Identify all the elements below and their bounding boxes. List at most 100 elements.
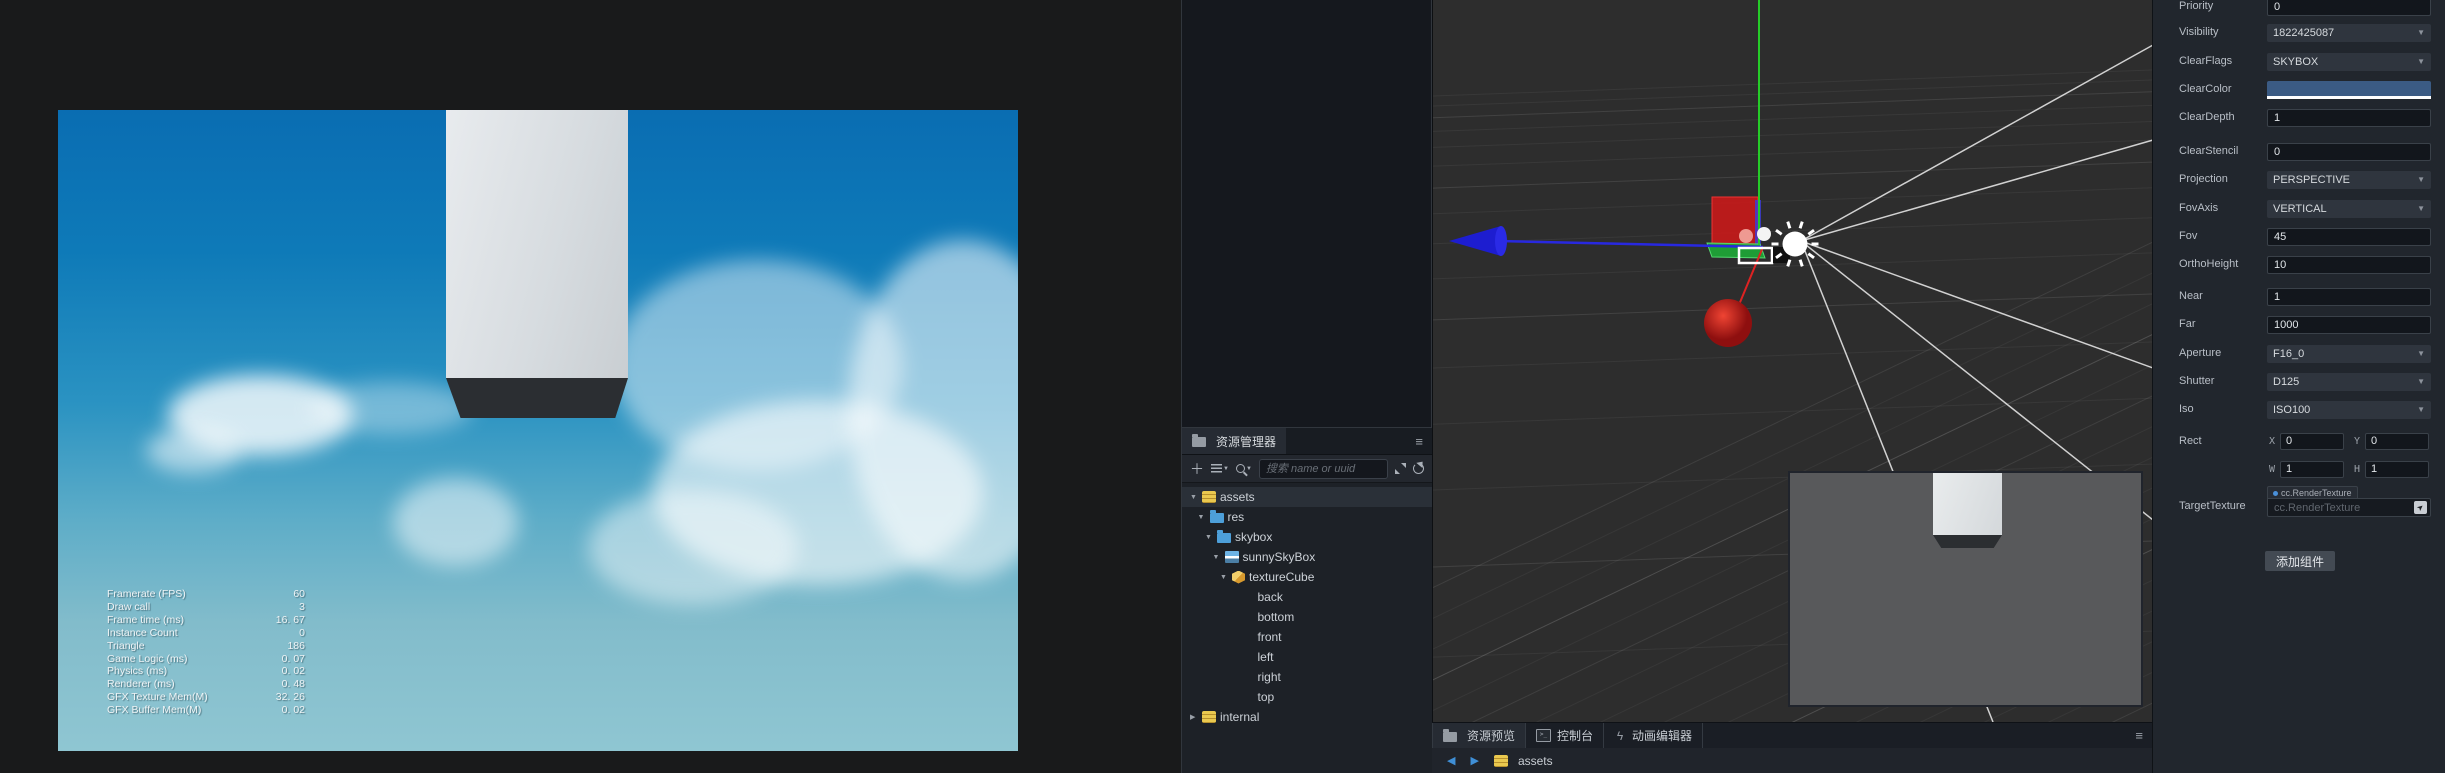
- bottom-tab-3[interactable]: ϟ 动画编辑器: [1604, 723, 1704, 748]
- search-filter-button[interactable]: ▼: [1235, 464, 1252, 473]
- assets-panel-tabstrip: 资源管理器 ≡: [1182, 428, 1432, 455]
- select-value: D125: [2273, 376, 2300, 388]
- tree-item-res[interactable]: ▼ res: [1182, 507, 1432, 527]
- chevron-down-icon: ▼: [2417, 405, 2425, 414]
- input-Near[interactable]: 1: [2267, 288, 2431, 306]
- input-Priority[interactable]: 0: [2267, 0, 2431, 16]
- select-FovAxis[interactable]: VERTICAL ▼: [2267, 200, 2431, 218]
- select-Projection[interactable]: PERSPECTIVE ▼: [2267, 171, 2431, 189]
- nav-forward-arrow[interactable]: ▶: [1470, 754, 1478, 767]
- asset-drop-field-TargetTexture[interactable]: cc.RenderTexture ➤: [2267, 498, 2431, 517]
- select-value: ISO100: [2273, 404, 2311, 416]
- stat-label: Draw call: [107, 600, 151, 613]
- tab-label: 资源管理器: [1216, 434, 1277, 449]
- select-Iso[interactable]: ISO100 ▼: [2267, 401, 2431, 419]
- nav-back-arrow[interactable]: ◀: [1447, 754, 1455, 767]
- stat-line: Draw call 3: [107, 601, 305, 614]
- stat-value: 60: [293, 588, 305, 600]
- tree-item-bottom[interactable]: bottom: [1182, 607, 1432, 627]
- panel-menu-icon[interactable]: ≡: [2135, 728, 2152, 743]
- search-input[interactable]: [1258, 458, 1388, 479]
- cloud: [146, 428, 241, 473]
- stat-line: Game Logic (ms) 0. 07: [107, 653, 305, 666]
- asset-type-dot-icon: [2273, 490, 2278, 496]
- input-ClearDepth[interactable]: 1: [2267, 109, 2431, 127]
- rect-input[interactable]: 1: [2280, 461, 2344, 478]
- breadcrumb-assets[interactable]: assets: [1493, 753, 1553, 768]
- game-cube-bottom-face: [446, 378, 628, 418]
- scene-viewport[interactable]: [1432, 0, 2152, 722]
- refresh-button[interactable]: [1413, 463, 1424, 474]
- expand-arrow-icon[interactable]: ▼: [1213, 554, 1225, 561]
- asset-type-label: cc.RenderTexture: [2281, 487, 2352, 498]
- folder-icon: [1443, 728, 1457, 742]
- rect-input[interactable]: 1: [2365, 461, 2429, 478]
- breadcrumb-label: assets: [1517, 753, 1553, 768]
- game-cube: [446, 110, 628, 378]
- folder-icon: [1192, 434, 1206, 447]
- tree-item-sunnySkyBox[interactable]: ▼ sunnySkyBox: [1182, 547, 1432, 567]
- database-icon: [1493, 754, 1508, 767]
- select-value: PERSPECTIVE: [2273, 174, 2351, 186]
- select-ClearFlags[interactable]: SKYBOX ▼: [2267, 53, 2431, 71]
- stat-label: Physics (ms): [107, 665, 168, 678]
- bottom-tab-2[interactable]: >_ 控制台: [1526, 723, 1605, 748]
- property-label-Shutter: Shutter: [2179, 375, 2215, 387]
- expand-arrow-icon[interactable]: ▼: [1190, 494, 1202, 501]
- rect-input[interactable]: 0: [2365, 433, 2429, 450]
- input-OrthoHeight[interactable]: 10: [2267, 256, 2431, 274]
- cocos-editor-root: { "game_view": { "stats": [ {"label":"Fr…: [0, 0, 2445, 773]
- select-value: F16_0: [2273, 348, 2305, 360]
- panel-menu-icon[interactable]: ≡: [1415, 434, 1432, 449]
- tree-item-back[interactable]: back: [1182, 587, 1432, 607]
- stat-value: 3: [299, 600, 305, 613]
- select-Shutter[interactable]: D125 ▼: [2267, 373, 2431, 391]
- select-Aperture[interactable]: F16_0 ▼: [2267, 345, 2431, 363]
- tree-item-top[interactable]: top: [1182, 687, 1432, 707]
- input-Fov[interactable]: 45: [2267, 228, 2431, 246]
- tree-item-right[interactable]: right: [1182, 667, 1432, 687]
- tree-item-front[interactable]: front: [1182, 627, 1432, 647]
- bottom-tabbar: 资源预览 >_ 控制台 ϟ 动画编辑器 ≡: [1432, 722, 2152, 748]
- expand-arrow-icon[interactable]: ▼: [1220, 574, 1232, 581]
- sort-button[interactable]: ▼: [1211, 464, 1229, 473]
- pick-asset-cursor-icon[interactable]: ➤: [2414, 501, 2427, 514]
- expand-arrow-icon[interactable]: ▼: [1205, 534, 1217, 541]
- bottom-tab-1[interactable]: 资源预览: [1432, 723, 1527, 748]
- tree-item-left[interactable]: left: [1182, 647, 1432, 667]
- expand-arrow-icon[interactable]: ▼: [1198, 514, 1210, 521]
- animation-icon: ϟ: [1616, 728, 1624, 743]
- tree-item-skybox[interactable]: ▼ skybox: [1182, 527, 1432, 547]
- cloud: [588, 490, 798, 605]
- property-label-ClearStencil: ClearStencil: [2179, 145, 2239, 157]
- tree-item-textureCube[interactable]: ▼ textureCube: [1182, 567, 1432, 587]
- stat-value: 0: [299, 626, 305, 639]
- select-Visibility[interactable]: 1822425087 ▼: [2267, 24, 2431, 42]
- database-icon: [1202, 711, 1216, 723]
- add-component-button[interactable]: 添加组件: [2265, 551, 2335, 571]
- collapse-all-button[interactable]: [1395, 463, 1406, 474]
- stat-line: GFX Buffer Mem(M) 0. 02: [107, 704, 305, 717]
- rect-input[interactable]: 0: [2280, 433, 2344, 450]
- add-asset-button[interactable]: ＋: [1190, 462, 1204, 476]
- input-ClearStencil[interactable]: 0: [2267, 143, 2431, 161]
- preview-cube-bottom-face: [1933, 535, 2002, 548]
- color-swatch-ClearColor[interactable]: [2267, 81, 2431, 99]
- property-label-ClearDepth: ClearDepth: [2179, 111, 2235, 123]
- camera-preview-inset: [1788, 471, 2143, 707]
- stat-value: 0. 07: [281, 652, 305, 665]
- stat-value: 0. 48: [281, 678, 305, 691]
- tree-item-assets[interactable]: ▼ assets: [1182, 487, 1432, 507]
- input-Far[interactable]: 1000: [2267, 316, 2431, 334]
- tree-item-label: right: [1257, 670, 1281, 684]
- inspector-rows: Priority 0 Visibility 1822425087 ▼ ClearFlags…: [2153, 0, 2445, 773]
- tree-item-label: top: [1257, 690, 1275, 704]
- select-value: 1822425087: [2273, 27, 2335, 39]
- select-value: VERTICAL: [2273, 203, 2327, 215]
- tree-item-label: textureCube: [1249, 570, 1315, 584]
- tree-item-internal[interactable]: ▶ internal: [1182, 707, 1432, 727]
- expand-arrow-icon[interactable]: ▶: [1190, 713, 1202, 721]
- tab-assets-manager[interactable]: 资源管理器: [1182, 428, 1287, 454]
- game-preview-viewport[interactable]: Framerate (FPS) 60 Draw call 3 Frame time (m…: [58, 110, 1018, 751]
- stat-value: 16. 67: [275, 613, 305, 626]
